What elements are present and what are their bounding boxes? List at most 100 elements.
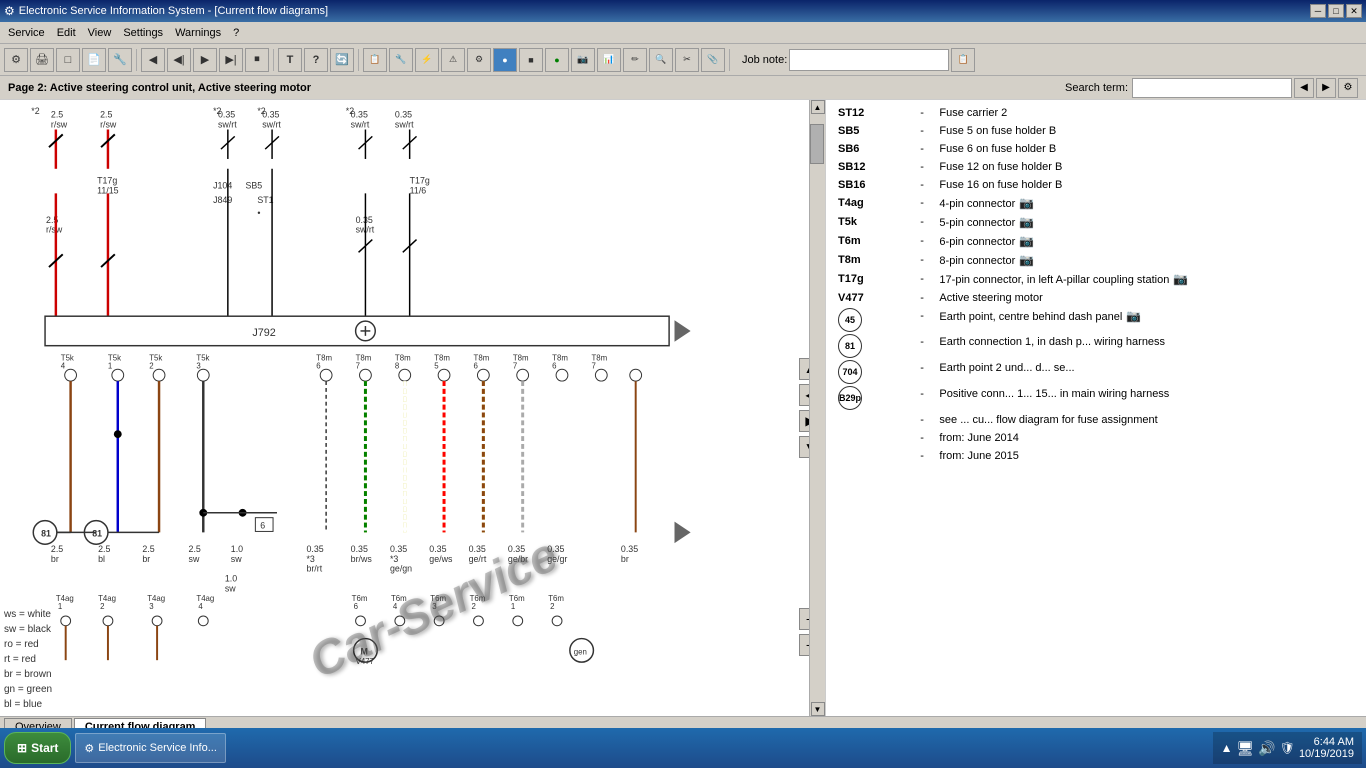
- svg-text:81: 81: [41, 528, 51, 538]
- menu-view[interactable]: View: [82, 25, 118, 41]
- tray-icon-1[interactable]: ▲: [1221, 741, 1233, 755]
- job-note-input[interactable]: [789, 49, 949, 71]
- tb-btn-d[interactable]: ⚠: [441, 48, 465, 72]
- comp-desc: Earth point, centre behind dash panel📷: [935, 307, 1358, 333]
- start-button[interactable]: ⊞ Start: [4, 732, 71, 764]
- svg-text:T17g: T17g: [410, 176, 430, 186]
- tb-btn-tool[interactable]: 🔧: [108, 48, 132, 72]
- main-content: 2.5 r/sw *2 2.5 r/sw 0.35 sw/rt *2 0.35 …: [0, 100, 1366, 716]
- comp-desc: Fuse 6 on fuse holder B: [935, 140, 1358, 158]
- camera-icon[interactable]: 📷: [1019, 253, 1034, 267]
- tb-btn-stop[interactable]: ⏹: [245, 48, 269, 72]
- tb-btn-prev-page[interactable]: ◀: [141, 48, 165, 72]
- tb-btn-k[interactable]: ✏: [623, 48, 647, 72]
- tb-btn-print[interactable]: 🖨: [30, 48, 54, 72]
- tb-btn-1[interactable]: ⚙: [4, 48, 28, 72]
- search-input[interactable]: [1132, 78, 1292, 98]
- tb-btn-m[interactable]: ✂: [675, 48, 699, 72]
- svg-text:*2: *2: [257, 106, 265, 116]
- tb-btn-l[interactable]: 🔍: [649, 48, 673, 72]
- scroll-down-arrow[interactable]: ▼: [811, 702, 825, 716]
- menu-help[interactable]: ?: [227, 25, 245, 41]
- svg-text:ST1: ST1: [257, 195, 273, 205]
- separator-4: [729, 49, 730, 71]
- page-header: Page 2: Active steering control unit, Ac…: [0, 76, 1366, 100]
- taskbar-app-item[interactable]: ⚙ Electronic Service Info...: [75, 733, 225, 763]
- svg-text:7: 7: [591, 361, 595, 370]
- svg-text:6: 6: [316, 361, 321, 370]
- svg-text:2.5: 2.5: [100, 110, 112, 120]
- comp-dash: -: [916, 158, 935, 176]
- search-next-button[interactable]: ▶: [1316, 78, 1336, 98]
- tb-btn-job[interactable]: 📋: [951, 48, 975, 72]
- tb-btn-help[interactable]: ?: [304, 48, 328, 72]
- tb-btn-e[interactable]: ⚙: [467, 48, 491, 72]
- svg-text:T17g: T17g: [97, 176, 117, 186]
- svg-text:*2: *2: [31, 106, 39, 116]
- tb-btn-text[interactable]: T: [278, 48, 302, 72]
- svg-text:ge/br: ge/br: [508, 554, 528, 564]
- tb-btn-a[interactable]: 📋: [363, 48, 387, 72]
- comp-id: 81: [834, 333, 916, 359]
- minimize-button[interactable]: ─: [1310, 4, 1326, 18]
- tray-volume-icon[interactable]: 🔊: [1258, 740, 1275, 757]
- comp-dash: -: [916, 385, 935, 411]
- tb-btn-n[interactable]: 📎: [701, 48, 725, 72]
- menu-warnings[interactable]: Warnings: [169, 25, 227, 41]
- maximize-button[interactable]: □: [1328, 4, 1344, 18]
- camera-icon[interactable]: 📷: [1173, 272, 1188, 286]
- scroll-thumb[interactable]: [810, 124, 824, 164]
- tb-btn-b[interactable]: 🔧: [389, 48, 413, 72]
- tb-btn-next-last[interactable]: ▶|: [219, 48, 243, 72]
- svg-text:br: br: [621, 554, 629, 564]
- svg-text:1: 1: [108, 361, 112, 370]
- component-row: T5k - 5-pin connector📷: [834, 213, 1358, 232]
- tray-network-icon[interactable]: 🖥: [1236, 740, 1254, 757]
- svg-text:sw/rt: sw/rt: [395, 120, 414, 130]
- vertical-scrollbar[interactable]: ▲ ▼: [809, 100, 825, 716]
- svg-text:0.35: 0.35: [547, 544, 564, 554]
- comp-dash: -: [916, 213, 935, 232]
- camera-icon[interactable]: 📷: [1019, 234, 1034, 248]
- tb-btn-j[interactable]: 📊: [597, 48, 621, 72]
- scroll-up-arrow[interactable]: ▲: [811, 100, 825, 114]
- comp-desc: Active steering motor: [935, 289, 1358, 307]
- comp-dash: -: [916, 447, 935, 465]
- svg-text:r/sw: r/sw: [51, 120, 68, 130]
- svg-text:3: 3: [149, 602, 154, 611]
- camera-icon[interactable]: 📷: [1126, 309, 1141, 323]
- comp-dash: -: [916, 429, 935, 447]
- camera-icon[interactable]: 📷: [1019, 215, 1034, 229]
- close-button[interactable]: ✕: [1346, 4, 1362, 18]
- tb-btn-i[interactable]: 📷: [571, 48, 595, 72]
- tb-btn-prev-first[interactable]: ◀|: [167, 48, 191, 72]
- comp-dash: -: [916, 140, 935, 158]
- menu-settings[interactable]: Settings: [117, 25, 169, 41]
- svg-text:7: 7: [513, 361, 517, 370]
- tb-btn-refresh[interactable]: 🔄: [330, 48, 354, 72]
- tb-btn-c[interactable]: ⚡: [415, 48, 439, 72]
- svg-text:V477: V477: [356, 657, 374, 666]
- tray-antivirus-icon[interactable]: 🛡: [1280, 741, 1295, 755]
- comp-id: T6m: [834, 232, 916, 251]
- page-title: Page 2: Active steering control unit, Ac…: [8, 82, 1065, 94]
- tb-btn-f[interactable]: ●: [493, 48, 517, 72]
- menu-edit[interactable]: Edit: [51, 25, 82, 41]
- comp-dash: -: [916, 411, 935, 429]
- tb-btn-open[interactable]: 📄: [82, 48, 106, 72]
- menu-service[interactable]: Service: [2, 25, 51, 41]
- search-prev-button[interactable]: ◀: [1294, 78, 1314, 98]
- svg-text:J104: J104: [213, 180, 232, 190]
- tb-btn-g[interactable]: ■: [519, 48, 543, 72]
- tb-btn-next[interactable]: ▶: [193, 48, 217, 72]
- comp-id: T8m: [834, 251, 916, 270]
- camera-icon[interactable]: 📷: [1019, 196, 1034, 210]
- svg-text:M: M: [361, 646, 368, 656]
- svg-text:6: 6: [474, 361, 479, 370]
- search-options-button[interactable]: ⚙: [1338, 78, 1358, 98]
- system-clock: 6:44 AM 10/19/2019: [1299, 736, 1354, 760]
- svg-text:0.35: 0.35: [469, 544, 486, 554]
- tb-btn-h[interactable]: ●: [545, 48, 569, 72]
- svg-text:r/sw: r/sw: [100, 120, 117, 130]
- tb-btn-new[interactable]: □: [56, 48, 80, 72]
